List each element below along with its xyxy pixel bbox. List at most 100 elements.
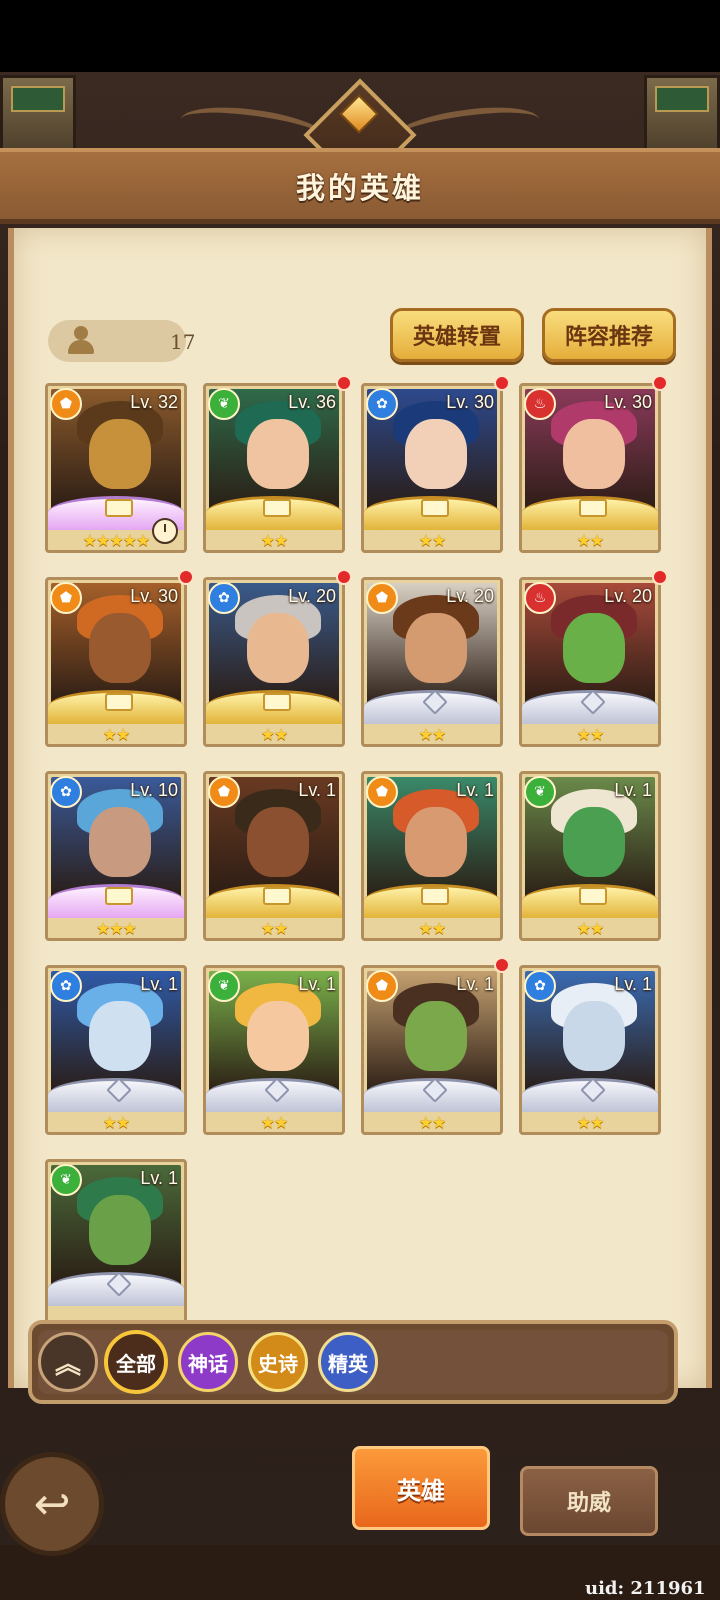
hero-card[interactable]: ★★ Lv. 20 ✿ bbox=[203, 577, 345, 747]
hero-card[interactable]: ★★ Lv. 20 ⬟ bbox=[361, 577, 503, 747]
orange-element-icon: ⬟ bbox=[50, 388, 82, 420]
person-icon bbox=[66, 326, 96, 356]
hero-count-badge: 17 bbox=[48, 320, 195, 362]
star-rating: ★★ bbox=[418, 531, 447, 550]
notification-dot bbox=[494, 375, 510, 391]
green-element-icon: ❦ bbox=[208, 970, 240, 1002]
orange-element-icon: ⬟ bbox=[366, 970, 398, 1002]
orange-element-icon: ⬟ bbox=[208, 776, 240, 808]
star-rating: ★★ bbox=[260, 531, 289, 550]
filter-epic-button[interactable]: 史诗 bbox=[248, 1332, 308, 1392]
blue-element-icon: ✿ bbox=[50, 970, 82, 1002]
rank-crown-icon bbox=[105, 887, 133, 905]
hero-card[interactable]: ★★ Lv. 1 ✿ bbox=[519, 965, 661, 1135]
star-rating: ★★★ bbox=[95, 919, 137, 938]
hero-level: Lv. 1 bbox=[140, 974, 178, 994]
notification-dot bbox=[336, 569, 352, 585]
hero-level: Lv. 1 bbox=[456, 974, 494, 994]
red-element-icon: ♨ bbox=[524, 582, 556, 614]
hero-card[interactable]: Lv. 1 ❦ bbox=[45, 1159, 187, 1329]
hero-level: Lv. 1 bbox=[298, 974, 336, 994]
hero-level: Lv. 1 bbox=[298, 780, 336, 800]
hero-card[interactable]: ★★ Lv. 30 ♨ bbox=[519, 383, 661, 553]
orange-element-icon: ⬟ bbox=[366, 582, 398, 614]
star-rating: ★★ bbox=[418, 725, 447, 744]
hero-level: Lv. 30 bbox=[446, 392, 494, 412]
rank-crown-icon bbox=[421, 887, 449, 905]
notification-dot bbox=[494, 957, 510, 973]
hero-level: Lv. 20 bbox=[288, 586, 336, 606]
rank-crown-icon bbox=[421, 499, 449, 517]
green-element-icon: ❦ bbox=[208, 388, 240, 420]
hero-level: Lv. 30 bbox=[604, 392, 652, 412]
hero-card[interactable]: ★★ Lv. 30 ✿ bbox=[361, 383, 503, 553]
hero-level: Lv. 32 bbox=[130, 392, 178, 412]
star-rating: ★★ bbox=[576, 919, 605, 938]
hero-level: Lv. 1 bbox=[140, 1168, 178, 1188]
tab-aid[interactable]: 助威 bbox=[520, 1466, 658, 1536]
hero-level: Lv. 30 bbox=[130, 586, 178, 606]
hero-card[interactable]: ★★ Lv. 30 ⬟ bbox=[45, 577, 187, 747]
rank-crown-icon bbox=[105, 693, 133, 711]
hero-level: Lv. 36 bbox=[288, 392, 336, 412]
blue-element-icon: ✿ bbox=[208, 582, 240, 614]
notification-dot bbox=[336, 375, 352, 391]
filter-elite-button[interactable]: 精英 bbox=[318, 1332, 378, 1392]
blue-element-icon: ✿ bbox=[524, 970, 556, 1002]
hero-card[interactable]: ★★ Lv. 1 ⬟ bbox=[361, 771, 503, 941]
star-rating: ★★ bbox=[260, 919, 289, 938]
star-rating: ★★ bbox=[576, 531, 605, 550]
star-rating: ★★ bbox=[576, 1113, 605, 1132]
star-rating: ★★ bbox=[102, 725, 131, 744]
filter-all-button[interactable]: 全部 bbox=[104, 1330, 168, 1394]
hero-card[interactable]: ★★★ Lv. 10 ✿ bbox=[45, 771, 187, 941]
tab-heroes[interactable]: 英雄 bbox=[352, 1446, 490, 1530]
notification-dot bbox=[652, 569, 668, 585]
hero-level: Lv. 20 bbox=[604, 586, 652, 606]
hero-level: Lv. 1 bbox=[456, 780, 494, 800]
hero-card[interactable]: ★★ Lv. 1 ✿ bbox=[45, 965, 187, 1135]
orange-element-icon: ⬟ bbox=[50, 582, 82, 614]
hero-level: Lv. 1 bbox=[614, 780, 652, 800]
rank-crown-icon bbox=[579, 887, 607, 905]
star-rating: ★★ bbox=[260, 1113, 289, 1132]
filter-myth-button[interactable]: 神话 bbox=[178, 1332, 238, 1392]
notification-dot bbox=[652, 375, 668, 391]
right-pillar-decoration bbox=[644, 75, 720, 155]
rank-crown-icon bbox=[263, 887, 291, 905]
hero-level: Lv. 10 bbox=[130, 780, 178, 800]
clock-icon bbox=[152, 518, 178, 544]
title-bar: 我的英雄 bbox=[0, 148, 720, 224]
hero-card[interactable]: ★★ Lv. 36 ❦ bbox=[203, 383, 345, 553]
hero-count: 17 bbox=[170, 330, 196, 354]
star-rating: ★★ bbox=[576, 725, 605, 744]
rank-crown-icon bbox=[579, 499, 607, 517]
hero-card[interactable]: ★★ Lv. 1 ❦ bbox=[519, 771, 661, 941]
hero-card[interactable]: ★★ Lv. 1 ❦ bbox=[203, 965, 345, 1135]
user-id-label: uid: 211961 bbox=[585, 1578, 706, 1599]
red-element-icon: ♨ bbox=[524, 388, 556, 420]
green-element-icon: ❦ bbox=[524, 776, 556, 808]
orange-element-icon: ⬟ bbox=[366, 776, 398, 808]
hero-card[interactable]: ★★ Lv. 20 ♨ bbox=[519, 577, 661, 747]
hero-card[interactable]: ★★ Lv. 1 ⬟ bbox=[361, 965, 503, 1135]
rank-crown-icon bbox=[263, 499, 291, 517]
collapse-chevron-icon[interactable]: ︽ bbox=[38, 1332, 98, 1392]
notification-dot bbox=[178, 569, 194, 585]
page-title: 我的英雄 bbox=[295, 170, 424, 205]
green-element-icon: ❦ bbox=[50, 1164, 82, 1196]
star-rating: ★★ bbox=[418, 1113, 447, 1132]
lineup-recommend-button[interactable]: 阵容推荐 bbox=[542, 308, 676, 362]
back-arrow-icon[interactable]: ↩ bbox=[0, 1452, 104, 1556]
hero-card[interactable]: ★★ Lv. 1 ⬟ bbox=[203, 771, 345, 941]
hero-convert-button[interactable]: 英雄转置 bbox=[390, 308, 524, 362]
star-rating: ★★ bbox=[102, 1113, 131, 1132]
hero-level: Lv. 20 bbox=[446, 586, 494, 606]
hero-card[interactable]: ★★★★★ Lv. 32 ⬟ bbox=[45, 383, 187, 553]
blue-element-icon: ✿ bbox=[366, 388, 398, 420]
star-rating: ★★ bbox=[418, 919, 447, 938]
hero-level: Lv. 1 bbox=[614, 974, 652, 994]
blue-element-icon: ✿ bbox=[50, 776, 82, 808]
status-bar bbox=[0, 0, 720, 72]
rank-crown-icon bbox=[105, 499, 133, 517]
